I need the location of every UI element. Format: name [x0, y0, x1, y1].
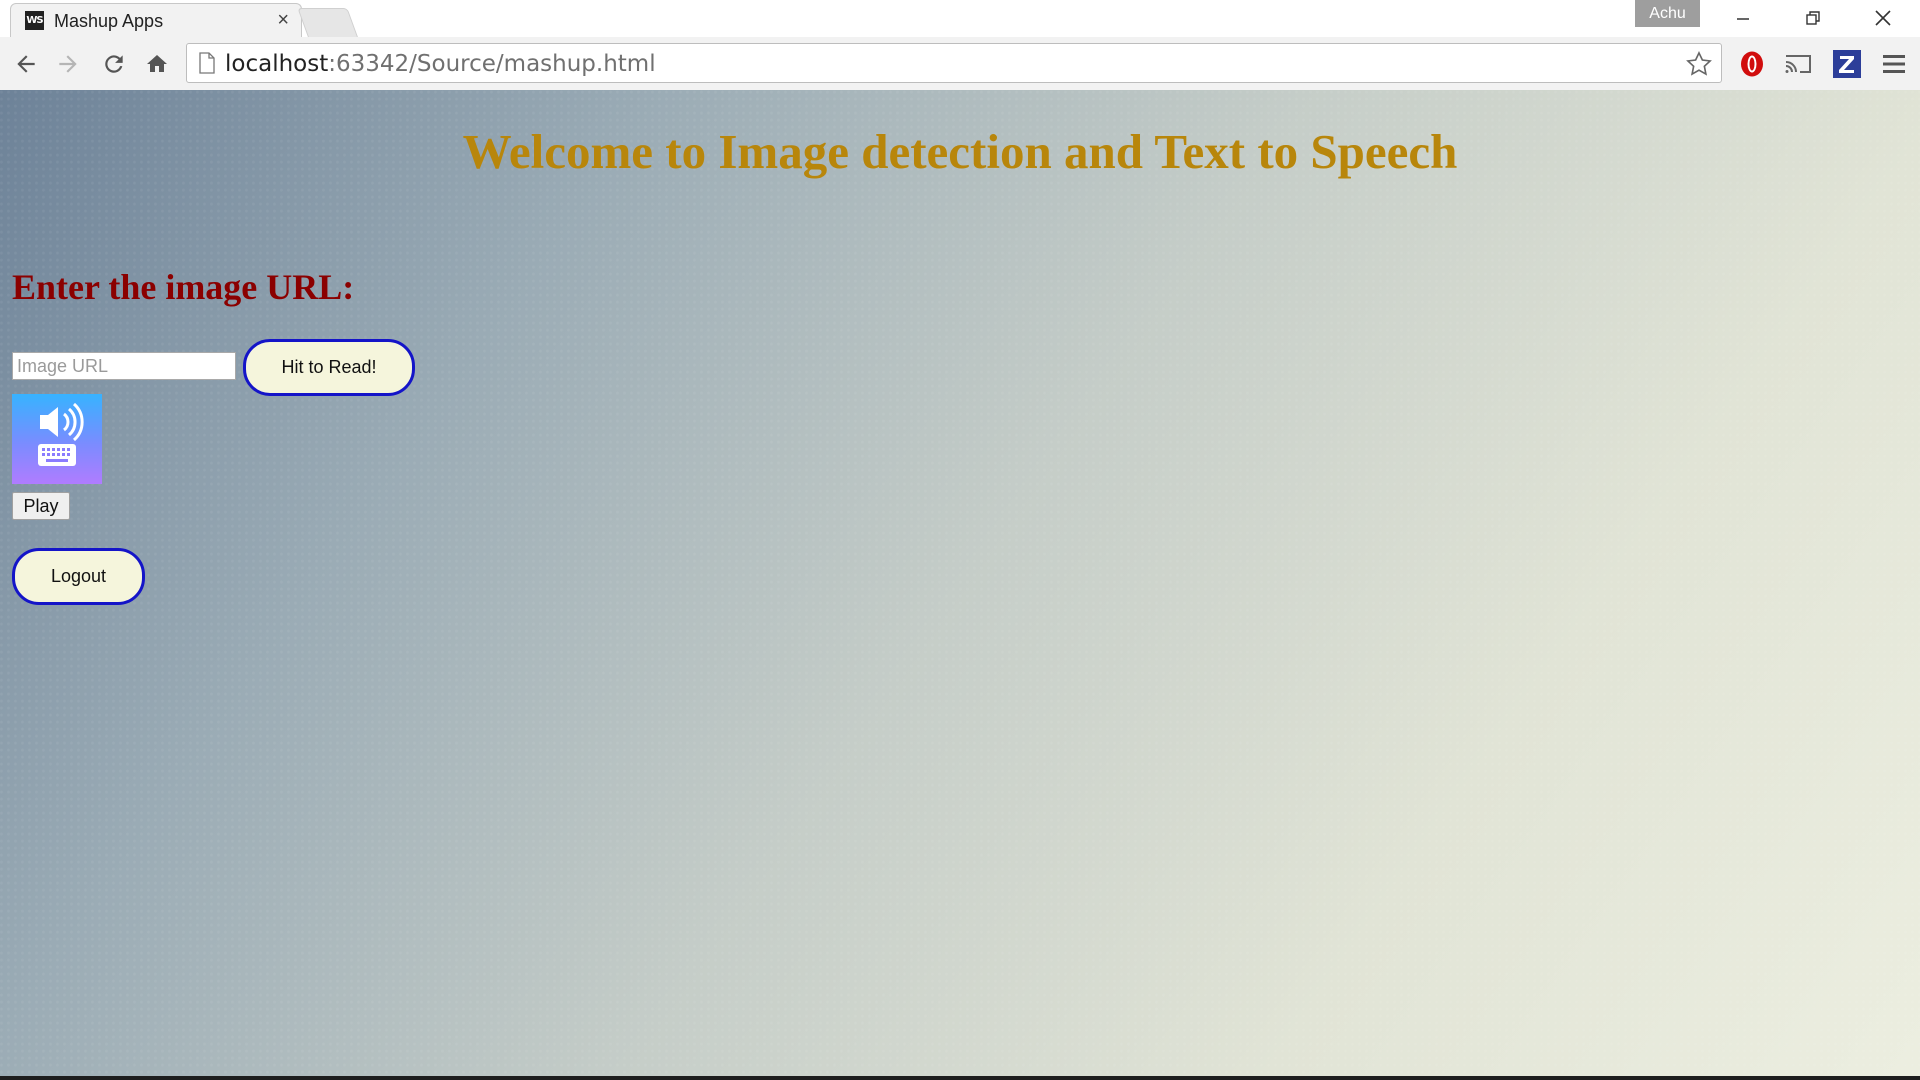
profile-badge[interactable]: Achu — [1635, 0, 1700, 27]
hit-to-read-button[interactable]: Hit to Read! — [243, 339, 415, 396]
bottom-edge — [0, 1076, 1920, 1080]
browser-toolbar: localhost:63342/Source/mashup.html — [0, 37, 1920, 91]
url-text: localhost:63342/Source/mashup.html — [225, 51, 656, 77]
webstorm-favicon-icon: WS — [25, 11, 44, 30]
play-button[interactable]: Play — [12, 492, 70, 520]
restore-icon[interactable] — [1783, 0, 1843, 36]
new-tab-button[interactable] — [297, 8, 359, 39]
menu-icon[interactable] — [1880, 50, 1908, 78]
home-icon[interactable] — [143, 50, 171, 78]
z-extension-icon[interactable] — [1833, 50, 1861, 78]
cast-icon[interactable] — [1784, 50, 1812, 78]
opera-extension-icon[interactable] — [1738, 50, 1766, 78]
image-url-label: Enter the image URL: — [12, 267, 355, 307]
url-path: :63342/Source/mashup.html — [328, 51, 656, 77]
browser-titlebar: WS Mashup Apps × Achu — [0, 0, 1920, 39]
keyboard-icon — [38, 444, 76, 466]
minimize-icon[interactable] — [1713, 0, 1773, 36]
back-arrow-icon[interactable] — [12, 50, 40, 78]
page-viewport: Welcome to Image detection and Text to S… — [0, 90, 1920, 1076]
address-bar[interactable]: localhost:63342/Source/mashup.html — [186, 43, 1722, 83]
tab-title: Mashup Apps — [54, 11, 164, 31]
speaker-icon — [40, 402, 84, 442]
logout-button[interactable]: Logout — [12, 548, 145, 605]
browser-tab[interactable]: WS Mashup Apps × — [10, 3, 302, 37]
reload-icon[interactable] — [100, 50, 128, 78]
image-url-input[interactable] — [12, 352, 236, 380]
page-icon — [199, 52, 215, 79]
page-title: Welcome to Image detection and Text to S… — [462, 124, 1458, 179]
bookmark-star-icon[interactable] — [1685, 50, 1713, 83]
text-to-speech-image — [12, 394, 102, 484]
close-window-icon[interactable] — [1853, 0, 1913, 36]
tab-close-icon[interactable]: × — [277, 9, 289, 32]
url-host: localhost — [225, 51, 329, 77]
forward-arrow-icon[interactable] — [54, 50, 82, 78]
